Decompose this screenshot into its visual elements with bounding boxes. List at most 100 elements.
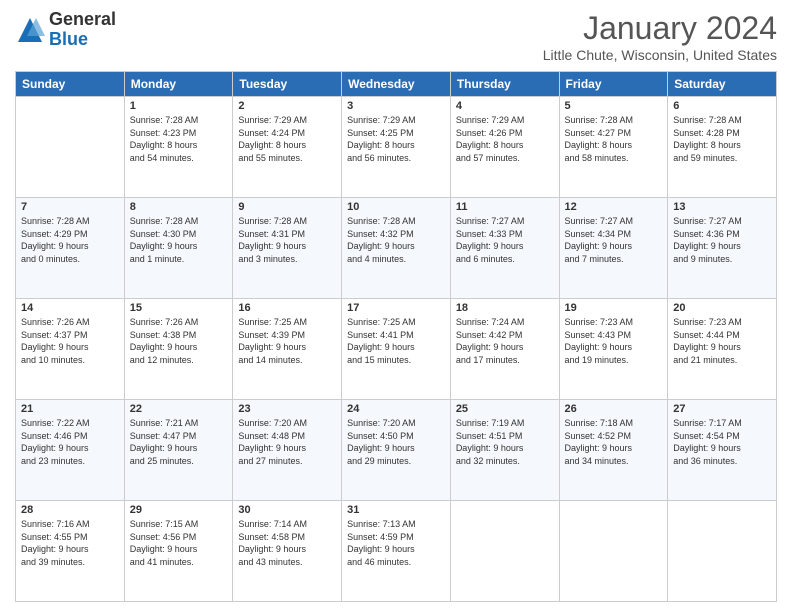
logo-blue: Blue: [49, 30, 116, 50]
day-number: 28: [21, 504, 119, 516]
day-info: Sunrise: 7:18 AM Sunset: 4:52 PM Dayligh…: [565, 417, 663, 467]
table-row: 1Sunrise: 7:28 AM Sunset: 4:23 PM Daylig…: [124, 97, 233, 198]
calendar-header-row: Sunday Monday Tuesday Wednesday Thursday…: [16, 72, 777, 97]
table-row: 31 Sunrise: 7:13 AM Sunset: 4:59 PM Dayli…: [342, 501, 451, 602]
header-friday: Friday: [559, 72, 668, 97]
day-number: 5: [565, 100, 663, 112]
table-row: [668, 501, 777, 602]
day-info: Sunrise: 7:23 AM Sunset: 4:44 PM Dayligh…: [673, 316, 771, 366]
calendar-week-row: 21 Sunrise: 7:22 AM Sunset: 4:46 PM Dayli…: [16, 400, 777, 501]
day-info: Sunrise: 7:21 AM Sunset: 4:47 PM Dayligh…: [130, 417, 228, 467]
table-row: 14 Sunrise: 7:26 AM Sunset: 4:37 PM Dayli…: [16, 299, 125, 400]
table-row: 18 Sunrise: 7:24 AM Sunset: 4:42 PM Dayli…: [450, 299, 559, 400]
day-number: 16: [238, 302, 336, 314]
calendar-week-row: 7 Sunrise: 7:28 AM Sunset: 4:29 PM Daylig…: [16, 198, 777, 299]
header-thursday: Thursday: [450, 72, 559, 97]
day-number: 6: [673, 100, 771, 112]
table-row: 6 Sunrise: 7:28 AM Sunset: 4:28 PM Daylig…: [668, 97, 777, 198]
table-row: 23Sunrise: 7:20 AM Sunset: 4:48 PM Dayli…: [233, 400, 342, 501]
day-number: 19: [565, 302, 663, 314]
day-info: Sunrise: 7:27 AM Sunset: 4:36 PM Dayligh…: [673, 215, 771, 265]
day-number: 21: [21, 403, 119, 415]
day-number: 3: [347, 100, 445, 112]
day-info: Sunrise: 7:27 AM Sunset: 4:34 PM Dayligh…: [565, 215, 663, 265]
month-year: January 2024: [543, 10, 777, 47]
day-info: Sunrise: 7:26 AM Sunset: 4:37 PM Dayligh…: [21, 316, 119, 366]
table-row: 12 Sunrise: 7:27 AM Sunset: 4:34 PM Dayli…: [559, 198, 668, 299]
table-row: 16 Sunrise: 7:25 AM Sunset: 4:39 PM Dayli…: [233, 299, 342, 400]
logo-general: General: [49, 10, 116, 30]
page: General Blue January 2024 Little Chute, …: [0, 0, 792, 612]
logo: General Blue: [15, 10, 116, 50]
table-row: 8 Sunrise: 7:28 AM Sunset: 4:30 PM Daylig…: [124, 198, 233, 299]
day-info: Sunrise: 7:15 AM Sunset: 4:56 PM Dayligh…: [130, 518, 228, 568]
day-info: Sunrise: 7:26 AM Sunset: 4:38 PM Dayligh…: [130, 316, 228, 366]
calendar-week-row: 14 Sunrise: 7:26 AM Sunset: 4:37 PM Dayli…: [16, 299, 777, 400]
day-number: 9: [238, 201, 336, 213]
table-row: 2 Sunrise: 7:29 AM Sunset: 4:24 PM Daylig…: [233, 97, 342, 198]
table-row: 28Sunrise: 7:16 AM Sunset: 4:55 PM Dayli…: [16, 501, 125, 602]
day-info: Sunrise: 7:19 AM Sunset: 4:51 PM Dayligh…: [456, 417, 554, 467]
header-wednesday: Wednesday: [342, 72, 451, 97]
day-info: Sunrise: 7:22 AM Sunset: 4:46 PM Dayligh…: [21, 417, 119, 467]
day-info: Sunrise: 7:25 AM Sunset: 4:39 PM Dayligh…: [238, 316, 336, 366]
day-number: 7: [21, 201, 119, 213]
day-info: Sunrise: 7:25 AM Sunset: 4:41 PM Dayligh…: [347, 316, 445, 366]
title-block: January 2024 Little Chute, Wisconsin, Un…: [543, 10, 777, 63]
table-row: 4Sunrise: 7:29 AM Sunset: 4:26 PM Daylig…: [450, 97, 559, 198]
table-row: 7 Sunrise: 7:28 AM Sunset: 4:29 PM Daylig…: [16, 198, 125, 299]
day-number: 30: [238, 504, 336, 516]
day-number: 8: [130, 201, 228, 213]
logo-icon: [15, 15, 45, 45]
day-info: Sunrise: 7:29 AM Sunset: 4:25 PM Dayligh…: [347, 114, 445, 164]
table-row: 19Sunrise: 7:23 AM Sunset: 4:43 PM Dayli…: [559, 299, 668, 400]
day-info: Sunrise: 7:13 AM Sunset: 4:59 PM Dayligh…: [347, 518, 445, 568]
day-number: 11: [456, 201, 554, 213]
day-number: 18: [456, 302, 554, 314]
day-number: 17: [347, 302, 445, 314]
calendar-week-row: 28Sunrise: 7:16 AM Sunset: 4:55 PM Dayli…: [16, 501, 777, 602]
table-row: 5 Sunrise: 7:28 AM Sunset: 4:27 PM Daylig…: [559, 97, 668, 198]
day-info: Sunrise: 7:20 AM Sunset: 4:50 PM Dayligh…: [347, 417, 445, 467]
header: General Blue January 2024 Little Chute, …: [15, 10, 777, 63]
day-info: Sunrise: 7:17 AM Sunset: 4:54 PM Dayligh…: [673, 417, 771, 467]
table-row: 3 Sunrise: 7:29 AM Sunset: 4:25 PM Daylig…: [342, 97, 451, 198]
table-row: [16, 97, 125, 198]
day-info: Sunrise: 7:28 AM Sunset: 4:29 PM Dayligh…: [21, 215, 119, 265]
header-sunday: Sunday: [16, 72, 125, 97]
calendar-week-row: 1Sunrise: 7:28 AM Sunset: 4:23 PM Daylig…: [16, 97, 777, 198]
day-number: 24: [347, 403, 445, 415]
header-monday: Monday: [124, 72, 233, 97]
day-number: 1: [130, 100, 228, 112]
day-info: Sunrise: 7:28 AM Sunset: 4:28 PM Dayligh…: [673, 114, 771, 164]
day-info: Sunrise: 7:24 AM Sunset: 4:42 PM Dayligh…: [456, 316, 554, 366]
day-info: Sunrise: 7:28 AM Sunset: 4:31 PM Dayligh…: [238, 215, 336, 265]
table-row: [559, 501, 668, 602]
table-row: 13Sunrise: 7:27 AM Sunset: 4:36 PM Dayli…: [668, 198, 777, 299]
day-number: 14: [21, 302, 119, 314]
table-row: 24 Sunrise: 7:20 AM Sunset: 4:50 PM Dayli…: [342, 400, 451, 501]
day-info: Sunrise: 7:29 AM Sunset: 4:26 PM Dayligh…: [456, 114, 554, 164]
day-number: 12: [565, 201, 663, 213]
day-number: 22: [130, 403, 228, 415]
day-number: 23: [238, 403, 336, 415]
day-info: Sunrise: 7:28 AM Sunset: 4:27 PM Dayligh…: [565, 114, 663, 164]
table-row: 11Sunrise: 7:27 AM Sunset: 4:33 PM Dayli…: [450, 198, 559, 299]
day-number: 31: [347, 504, 445, 516]
table-row: 29Sunrise: 7:15 AM Sunset: 4:56 PM Dayli…: [124, 501, 233, 602]
table-row: 25Sunrise: 7:19 AM Sunset: 4:51 PM Dayli…: [450, 400, 559, 501]
header-tuesday: Tuesday: [233, 72, 342, 97]
day-info: Sunrise: 7:14 AM Sunset: 4:58 PM Dayligh…: [238, 518, 336, 568]
day-info: Sunrise: 7:28 AM Sunset: 4:32 PM Dayligh…: [347, 215, 445, 265]
day-number: 10: [347, 201, 445, 213]
day-info: Sunrise: 7:28 AM Sunset: 4:30 PM Dayligh…: [130, 215, 228, 265]
day-number: 15: [130, 302, 228, 314]
table-row: 17 Sunrise: 7:25 AM Sunset: 4:41 PM Dayli…: [342, 299, 451, 400]
day-number: 2: [238, 100, 336, 112]
day-info: Sunrise: 7:29 AM Sunset: 4:24 PM Dayligh…: [238, 114, 336, 164]
table-row: 27Sunrise: 7:17 AM Sunset: 4:54 PM Dayli…: [668, 400, 777, 501]
location: Little Chute, Wisconsin, United States: [543, 47, 777, 63]
table-row: 30 Sunrise: 7:14 AM Sunset: 4:58 PM Dayli…: [233, 501, 342, 602]
table-row: 10 Sunrise: 7:28 AM Sunset: 4:32 PM Dayli…: [342, 198, 451, 299]
table-row: 26Sunrise: 7:18 AM Sunset: 4:52 PM Dayli…: [559, 400, 668, 501]
